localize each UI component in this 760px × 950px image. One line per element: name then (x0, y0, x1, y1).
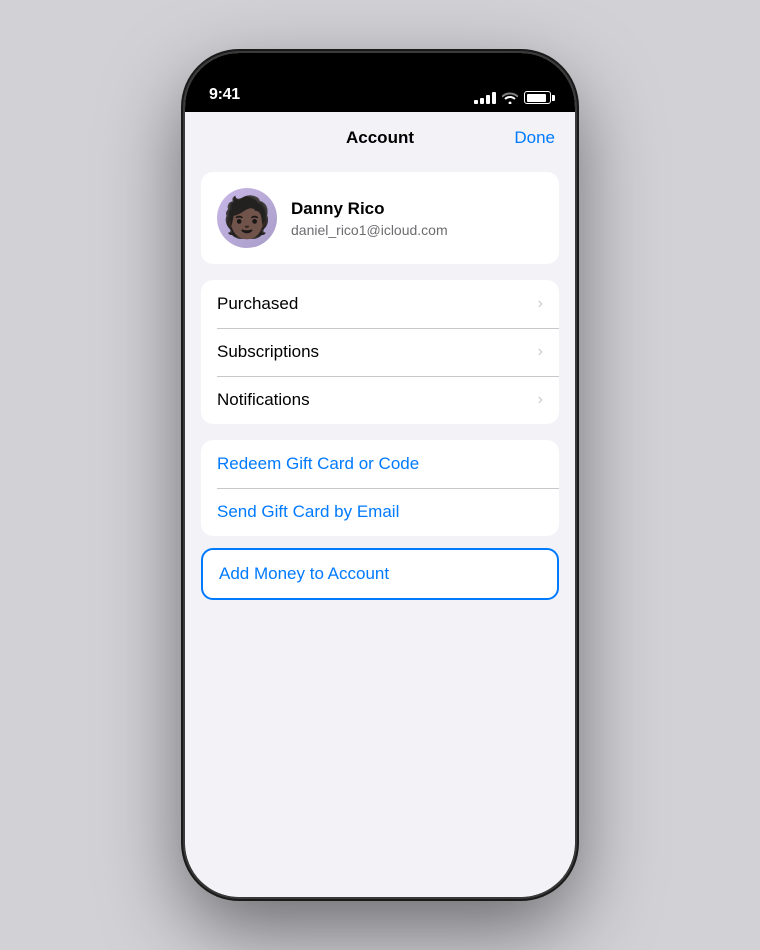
signal-bar-2 (480, 98, 484, 104)
status-time: 9:41 (209, 86, 240, 104)
menu-item-subscriptions[interactable]: Subscriptions › (201, 328, 559, 376)
action-item-send-gift[interactable]: Send Gift Card by Email (201, 488, 559, 536)
status-bar: 9:41 (185, 53, 575, 112)
menu-item-label: Subscriptions (217, 342, 319, 362)
menu-card: Purchased › Subscriptions › Notification… (201, 280, 559, 424)
battery-icon (524, 91, 551, 104)
wifi-icon (502, 92, 518, 104)
highlighted-section: Add Money to Account (201, 548, 559, 600)
signal-bar-4 (492, 92, 496, 104)
add-money-label: Add Money to Account (219, 564, 389, 583)
action-item-redeem[interactable]: Redeem Gift Card or Code (201, 440, 559, 488)
chevron-icon: › (538, 295, 543, 313)
chevron-icon: › (538, 391, 543, 409)
screen-content: Account Done 🧑🏿 Danny Rico daniel_rico1@… (185, 112, 575, 897)
phone-screen: 9:41 (185, 53, 575, 897)
menu-item-notifications[interactable]: Notifications › (201, 376, 559, 424)
add-money-button[interactable]: Add Money to Account (201, 548, 559, 600)
status-icons (474, 91, 551, 104)
profile-email: daniel_rico1@icloud.com (291, 222, 448, 238)
nav-title: Account (346, 128, 414, 148)
signal-icon (474, 92, 496, 104)
navigation-bar: Account Done (185, 112, 575, 156)
menu-section: Purchased › Subscriptions › Notification… (201, 280, 559, 424)
phone-frame: 9:41 (185, 53, 575, 897)
profile-name: Danny Rico (291, 199, 448, 219)
battery-fill (527, 94, 547, 102)
done-button[interactable]: Done (514, 128, 555, 148)
avatar-emoji: 🧑🏿 (222, 198, 272, 238)
menu-item-label: Purchased (217, 294, 298, 314)
avatar: 🧑🏿 (217, 188, 277, 248)
signal-bar-1 (474, 100, 478, 104)
menu-item-label: Notifications (217, 390, 310, 410)
action-label: Send Gift Card by Email (217, 502, 399, 522)
signal-bar-3 (486, 95, 490, 104)
actions-section: Redeem Gift Card or Code Send Gift Card … (201, 440, 559, 536)
chevron-icon: › (538, 343, 543, 361)
dynamic-island (320, 65, 440, 99)
action-label: Redeem Gift Card or Code (217, 454, 419, 474)
profile-info: Danny Rico daniel_rico1@icloud.com (291, 199, 448, 238)
actions-card: Redeem Gift Card or Code Send Gift Card … (201, 440, 559, 536)
profile-card[interactable]: 🧑🏿 Danny Rico daniel_rico1@icloud.com (201, 172, 559, 264)
menu-item-purchased[interactable]: Purchased › (201, 280, 559, 328)
profile-section: 🧑🏿 Danny Rico daniel_rico1@icloud.com (201, 172, 559, 264)
